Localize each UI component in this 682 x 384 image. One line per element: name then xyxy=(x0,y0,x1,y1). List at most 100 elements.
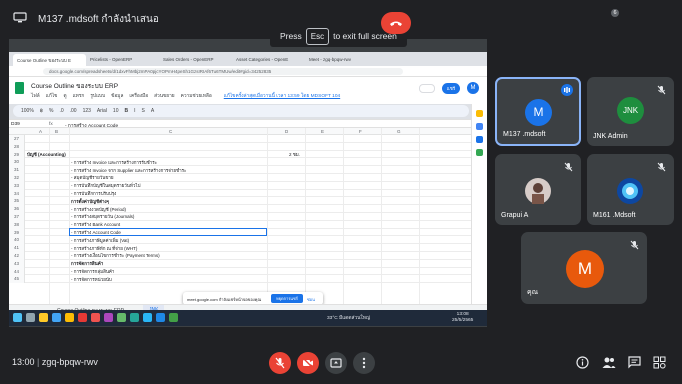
start-icon[interactable] xyxy=(13,313,22,322)
table-row[interactable]: 40 - การสร้างภาษีมูลค่าเพิ่ม (Vat) xyxy=(9,236,471,245)
row-number[interactable]: 43 xyxy=(9,259,25,268)
activities-icon[interactable] xyxy=(653,356,666,369)
table-row[interactable]: 35 การตั้งค่าบัญชีต่างๆ xyxy=(9,197,471,206)
hide-notification-button[interactable]: ซ่อน xyxy=(307,296,315,303)
people-icon[interactable] xyxy=(602,356,616,369)
taskbar-clock[interactable]: 13:08 25/5/2565 xyxy=(452,312,473,324)
meet-indicator-icon[interactable] xyxy=(419,84,435,93)
table-row[interactable]: 27 xyxy=(9,135,471,143)
row-number[interactable]: 35 xyxy=(9,197,25,206)
browser-tab[interactable]: Course Outline ของระบบ E xyxy=(13,54,86,66)
percent-button[interactable]: % xyxy=(49,108,53,114)
increase-decimal-button[interactable]: .00 xyxy=(70,108,77,114)
table-row[interactable]: 33 - การบันทึกบัญชีในสมุดรายวันทั่วไป xyxy=(9,181,471,190)
table-row[interactable]: 44 - การจัดการกลุ่มสินค้า xyxy=(9,267,471,276)
participant-tile-self[interactable]: M คุณ xyxy=(521,232,647,304)
mic-toggle-button[interactable] xyxy=(269,352,291,374)
cell-text[interactable]: - การสร้างงวดบัญชี (Period) xyxy=(71,206,126,213)
app-icon[interactable] xyxy=(169,313,178,322)
app-icon[interactable] xyxy=(78,313,87,322)
row-number[interactable]: 37 xyxy=(9,212,25,221)
menu-data[interactable]: ข้อมูล xyxy=(111,92,123,100)
row-number[interactable]: 36 xyxy=(9,205,25,213)
cell-text[interactable]: - การบันทึกบัญชีในสมุดรายวันทั่วไป xyxy=(71,182,141,189)
table-row[interactable]: 36 - การสร้างงวดบัญชี (Period) xyxy=(9,205,471,213)
tasks-icon[interactable] xyxy=(476,123,483,130)
font-select[interactable]: Arial xyxy=(97,108,107,114)
zoom-select[interactable]: 100% xyxy=(21,108,34,114)
cell-text[interactable]: บัญชี (Accounting) xyxy=(27,151,66,158)
browser-tab[interactable]: Sales Orders - OpenERP xyxy=(159,54,232,66)
column-header[interactable]: E xyxy=(321,129,324,134)
text-color-button[interactable]: A xyxy=(151,108,154,114)
camera-toggle-button[interactable] xyxy=(297,352,319,374)
app-icon[interactable] xyxy=(130,313,139,322)
row-number[interactable]: 31 xyxy=(9,166,25,174)
cell-text[interactable]: - การสร้างสมุดรายวัน (Journals) xyxy=(71,213,134,220)
more-options-button[interactable] xyxy=(353,352,375,374)
table-row[interactable]: 37 - การสร้างสมุดรายวัน (Journals) xyxy=(9,212,471,221)
browser-tab[interactable]: Pricelists - OpenERP xyxy=(86,54,159,66)
menu-view[interactable]: ดู xyxy=(63,92,66,100)
menu-help[interactable]: ความช่วยเหลือ xyxy=(181,92,212,100)
table-row[interactable]: 32 - สมุดบัญชีรายวันขาย xyxy=(9,173,471,182)
row-number[interactable]: 33 xyxy=(9,181,25,190)
row-number[interactable]: 45 xyxy=(9,275,25,284)
share-button[interactable]: แชร์ xyxy=(442,83,460,94)
keep-icon[interactable] xyxy=(476,110,483,117)
info-icon[interactable] xyxy=(576,356,589,369)
table-row[interactable]: 39- การสร้าง Account Code xyxy=(9,228,471,237)
row-number[interactable]: 41 xyxy=(9,244,25,252)
cell-text[interactable]: - การสร้างภาษีมูลค่าเพิ่ม (Vat) xyxy=(71,237,129,244)
decrease-decimal-button[interactable]: .0 xyxy=(59,108,63,114)
menu-tools[interactable]: เครื่องมือ xyxy=(129,92,148,100)
table-row[interactable]: 45 - การจัดการหน่วยนับ xyxy=(9,275,471,284)
cell-text[interactable]: - การจัดการหน่วยนับ xyxy=(71,276,112,283)
chat-icon[interactable] xyxy=(628,356,641,369)
row-number[interactable]: 38 xyxy=(9,220,25,229)
menu-insert[interactable]: แทรก xyxy=(73,92,85,100)
table-row[interactable]: 43 การจัดการสินค้า xyxy=(9,259,471,268)
table-row[interactable]: 34 - การบันทึกการปรับปรุง xyxy=(9,189,471,198)
cell-text[interactable]: - การสร้างเงื่อนไขการชำระ (Payment Terms… xyxy=(71,252,160,259)
search-icon[interactable] xyxy=(26,313,35,322)
number-format-button[interactable]: 123 xyxy=(83,108,91,114)
participant-tile[interactable]: JNK JNK Admin xyxy=(587,77,674,146)
row-number[interactable]: 30 xyxy=(9,158,25,167)
explorer-icon[interactable] xyxy=(39,313,48,322)
participant-tile[interactable]: M161 .Mdsoft xyxy=(587,154,674,225)
row-number[interactable]: 39 xyxy=(9,228,25,237)
maps-icon[interactable] xyxy=(476,149,483,156)
participant-tile[interactable]: M M137 .mdsoft xyxy=(495,77,581,146)
cell-reference[interactable]: D39 xyxy=(11,122,20,127)
table-row[interactable]: 31 - การสร้าง Invoice จาก Supplier และการ… xyxy=(9,166,471,174)
cell-text[interactable]: การตั้งค่าบัญชีต่างๆ xyxy=(71,198,109,205)
row-number[interactable]: 40 xyxy=(9,236,25,245)
app-icon[interactable] xyxy=(156,313,165,322)
column-header[interactable]: A xyxy=(39,129,42,134)
menu-format[interactable]: รูปแบบ xyxy=(90,92,105,100)
cell-text[interactable]: - สมุดบัญชีรายวันขาย xyxy=(71,174,114,181)
app-icon[interactable] xyxy=(104,313,113,322)
cell-text[interactable]: - การสร้าง Invoice และการสร้างการรับชำระ xyxy=(71,159,157,166)
row-number[interactable]: 44 xyxy=(9,267,25,276)
row-number[interactable]: 27 xyxy=(9,135,25,143)
bold-button[interactable]: B xyxy=(124,108,128,114)
browser-tab[interactable]: Asset Categories - OpenE xyxy=(232,54,305,66)
column-header[interactable]: C xyxy=(169,129,172,134)
row-number[interactable]: 34 xyxy=(9,189,25,198)
column-header[interactable]: B xyxy=(55,129,58,134)
cell-text[interactable]: การจัดการสินค้า xyxy=(71,260,103,267)
table-row[interactable]: 42 - การสร้างเงื่อนไขการชำระ (Payment Ter… xyxy=(9,251,471,260)
cell-text[interactable]: - การสร้าง Invoice จาก Supplier และการสร… xyxy=(71,167,186,174)
account-avatar[interactable]: M xyxy=(467,82,479,94)
edge-icon[interactable] xyxy=(52,313,61,322)
table-row[interactable]: 30 - การสร้าง Invoice และการสร้างการรับชำ… xyxy=(9,158,471,167)
cell-text[interactable]: - การบันทึกการปรับปรุง xyxy=(71,190,116,197)
strikethrough-button[interactable]: S xyxy=(142,108,145,114)
document-title[interactable]: Course Outline ของระบบ ERP xyxy=(31,81,118,91)
row-number[interactable]: 32 xyxy=(9,173,25,182)
spreadsheet-grid[interactable]: A B C D E F G 27 28 29 บัญชี (Accounting) 2 … xyxy=(9,128,471,304)
app-icon[interactable] xyxy=(143,313,152,322)
line-icon[interactable] xyxy=(117,313,126,322)
